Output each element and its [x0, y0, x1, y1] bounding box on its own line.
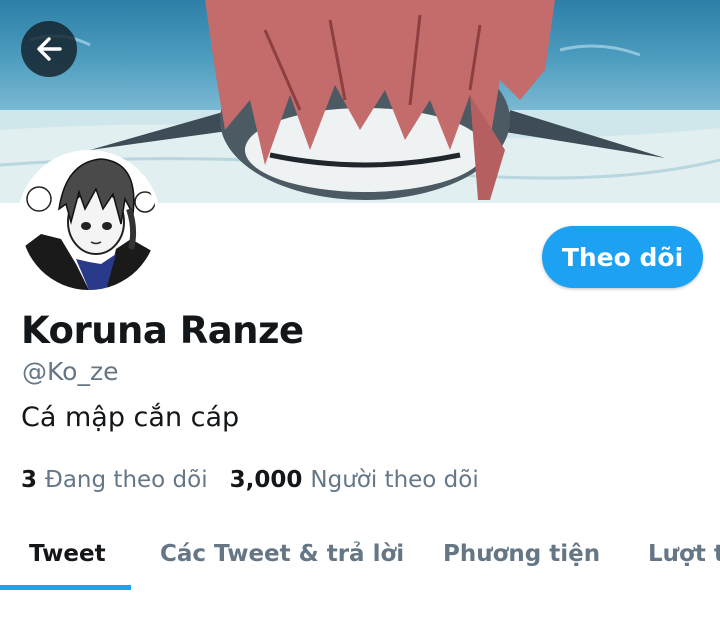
avatar-image — [21, 154, 157, 290]
followers-label: Người theo dõi — [310, 467, 479, 493]
profile-stats: 3 Đang theo dõi 3,000 Người theo dõi — [21, 467, 479, 493]
followers-stat[interactable]: 3,000 Người theo dõi — [230, 467, 479, 493]
back-button[interactable] — [21, 21, 77, 77]
active-tab-indicator — [0, 585, 131, 590]
tab-tweets-and-replies[interactable]: Các Tweet & trả lời — [160, 518, 404, 590]
follow-button[interactable]: Theo dõi — [542, 226, 703, 288]
following-label: Đang theo dõi — [45, 467, 208, 493]
tab-likes[interactable]: Lượt t — [648, 518, 720, 590]
following-count: 3 — [21, 467, 38, 493]
bio-text: Cá mập cắn cáp — [21, 402, 240, 433]
avatar[interactable] — [17, 150, 161, 294]
following-stat[interactable]: 3 Đang theo dõi — [21, 467, 208, 493]
display-name: Koruna Ranze — [21, 309, 304, 352]
profile-tabs: Tweet Các Tweet & trả lời Phương tiện Lư… — [0, 518, 720, 590]
arrow-left-icon — [37, 37, 62, 61]
tab-media[interactable]: Phương tiện — [443, 518, 600, 590]
tab-tweets[interactable]: Tweet — [29, 518, 106, 590]
user-handle: @Ko_ze — [22, 357, 119, 386]
followers-count: 3,000 — [229, 467, 303, 493]
